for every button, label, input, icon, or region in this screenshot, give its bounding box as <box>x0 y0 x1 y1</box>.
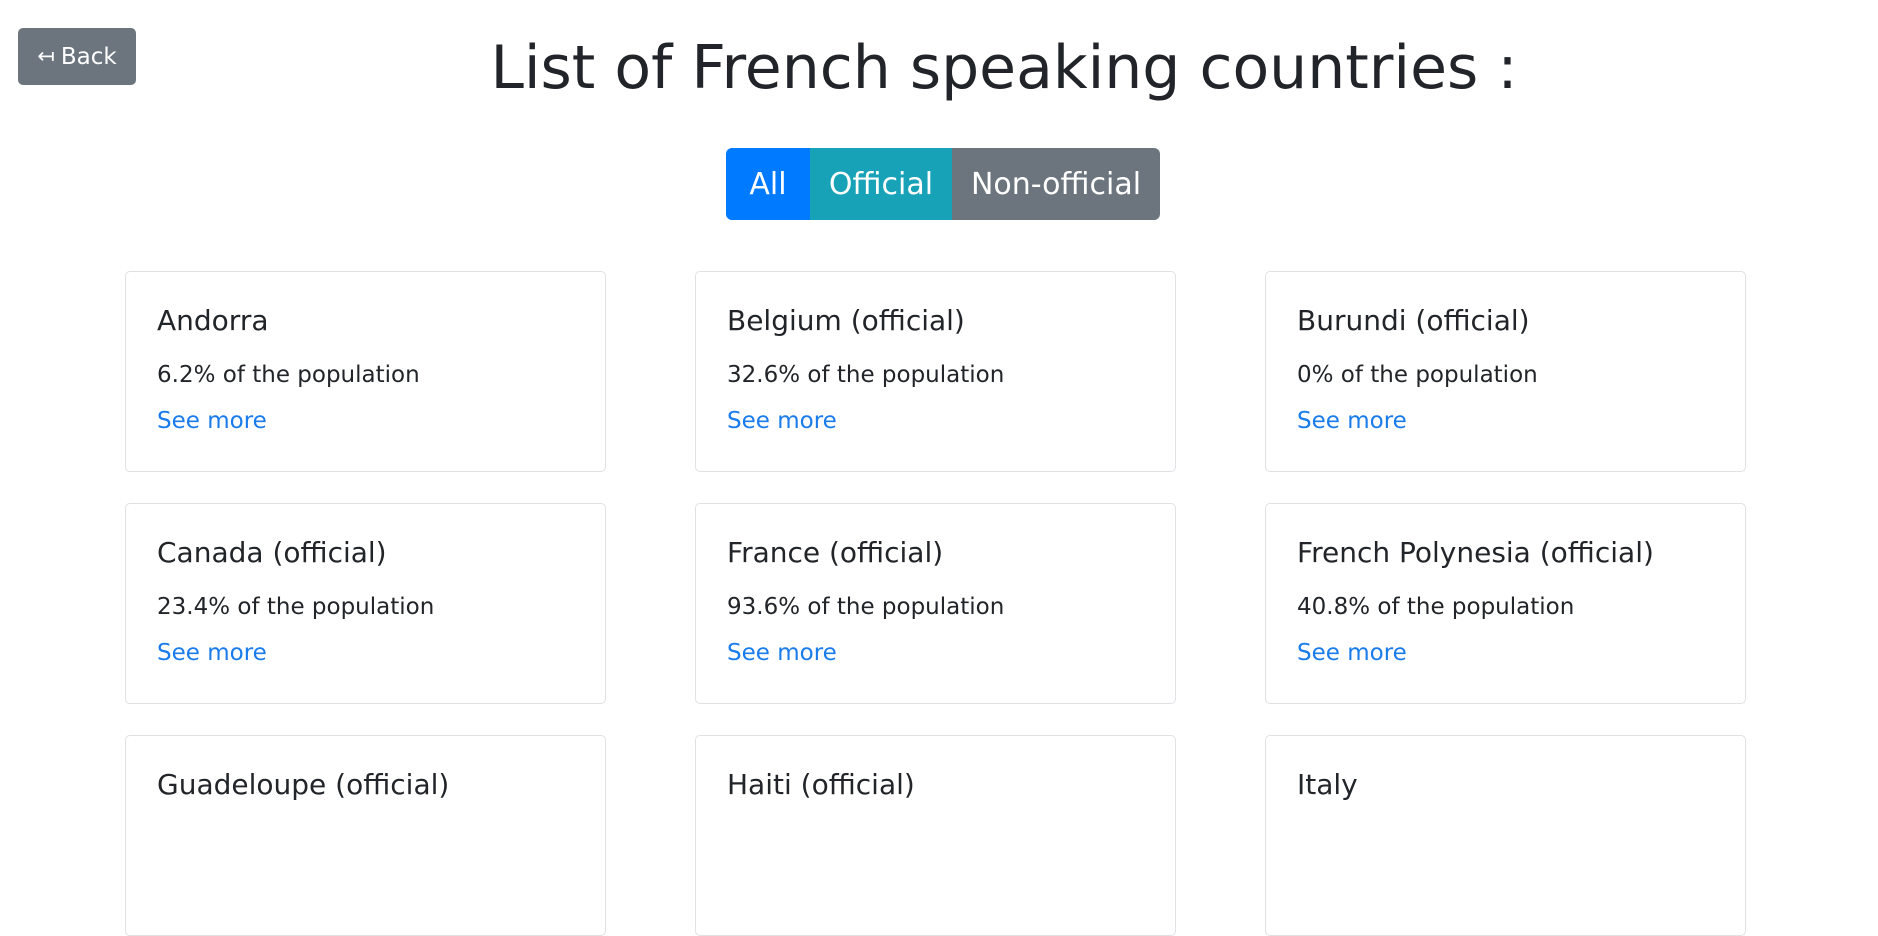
population-text: 6.2% of the population <box>157 362 420 388</box>
country-name: Andorra <box>157 304 269 337</box>
country-card: Italy <box>1265 735 1746 936</box>
country-name: Haiti (official) <box>727 768 915 801</box>
filter-non-official-button[interactable]: Non-official <box>952 148 1160 220</box>
population-text: 23.4% of the population <box>157 594 435 620</box>
country-card: France (official) 93.6% of the populatio… <box>695 503 1176 704</box>
see-more-link[interactable]: See more <box>157 407 267 435</box>
country-name: Guadeloupe (official) <box>157 768 450 801</box>
country-card: Andorra 6.2% of the population See more <box>125 271 606 472</box>
country-card: Belgium (official) 32.6% of the populati… <box>695 271 1176 472</box>
see-more-link[interactable]: See more <box>1297 639 1407 667</box>
population-text: 93.6% of the population <box>727 594 1005 620</box>
filter-official-button[interactable]: Official <box>810 148 952 220</box>
population-text: 32.6% of the population <box>727 362 1005 388</box>
filter-all-button[interactable]: All <box>726 148 810 220</box>
country-card: Canada (official) 23.4% of the populatio… <box>125 503 606 704</box>
country-card: Guadeloupe (official) <box>125 735 606 936</box>
country-card-grid: Andorra 6.2% of the population See more … <box>125 271 1746 936</box>
country-name: Burundi (official) <box>1297 304 1530 337</box>
see-more-link[interactable]: See more <box>1297 407 1407 435</box>
country-card: French Polynesia (official) 40.8% of the… <box>1265 503 1746 704</box>
country-name: Belgium (official) <box>727 304 965 337</box>
population-text: 0% of the population <box>1297 362 1538 388</box>
page-title: List of French speaking countries : <box>490 33 1518 103</box>
see-more-link[interactable]: See more <box>727 407 837 435</box>
country-name: Canada (official) <box>157 536 387 569</box>
see-more-link[interactable]: See more <box>727 639 837 667</box>
population-text: 40.8% of the population <box>1297 594 1575 620</box>
country-name: French Polynesia (official) <box>1297 536 1654 569</box>
country-card: Haiti (official) <box>695 735 1176 936</box>
country-name: Italy <box>1297 768 1358 801</box>
filter-button-group: All Official Non-official <box>726 148 1160 220</box>
see-more-link[interactable]: See more <box>157 639 267 667</box>
country-card: Burundi (official) 0% of the population … <box>1265 271 1746 472</box>
country-name: France (official) <box>727 536 944 569</box>
